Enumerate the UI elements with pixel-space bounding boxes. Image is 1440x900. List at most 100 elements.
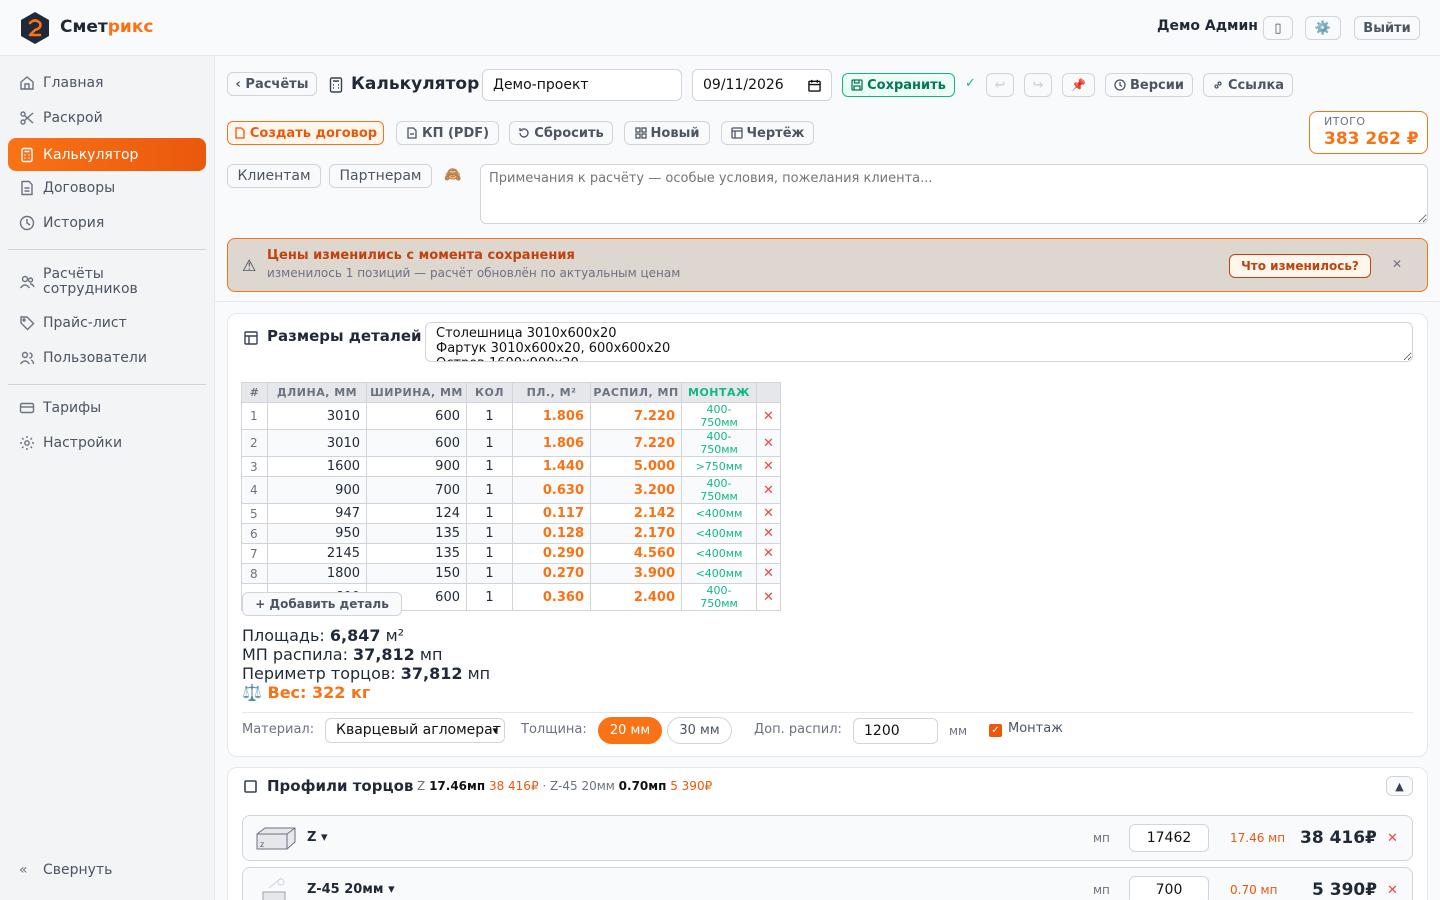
table-cell[interactable]: 1: [466, 563, 513, 584]
table-cell[interactable]: 1: [466, 402, 513, 430]
table-cell: 5: [241, 503, 268, 524]
mount-checkbox[interactable]: ✓: [989, 724, 1002, 737]
table-cell[interactable]: 124: [366, 503, 467, 524]
gear-icon: [20, 436, 34, 450]
delete-row-icon[interactable]: ✕: [756, 563, 781, 584]
table-cell[interactable]: 1: [466, 429, 513, 457]
sidebar-item-cutting[interactable]: Раскрой: [8, 104, 206, 132]
sidebar-item-settings[interactable]: Настройки: [8, 429, 206, 457]
extra-cut-input[interactable]: [853, 718, 938, 744]
table-cell[interactable]: 3010: [267, 429, 367, 457]
delete-profile-icon[interactable]: ✕: [1387, 883, 1398, 898]
user-group-icon: [19, 351, 35, 365]
details-table: # ДЛИНА, ММ ШИРИНА, ММ КОЛ ПЛ., М² РАСПИ…: [241, 382, 781, 611]
material-label: Материал:: [242, 722, 315, 737]
thickness-30-button[interactable]: 30 мм: [667, 717, 732, 744]
table-cell[interactable]: 1: [466, 456, 513, 477]
close-icon[interactable]: ✕: [1392, 257, 1402, 271]
table-cell[interactable]: 600: [366, 429, 467, 457]
table-cell[interactable]: 900: [366, 456, 467, 477]
profile-z45-image: [262, 877, 286, 900]
save-button[interactable]: Сохранить: [842, 73, 955, 97]
delete-row-icon[interactable]: ✕: [756, 402, 781, 430]
delete-row-icon[interactable]: ✕: [756, 429, 781, 457]
table-cell[interactable]: 900: [267, 476, 367, 504]
material-select[interactable]: Кварцевый агломерат ▾: [325, 718, 505, 743]
project-name-input[interactable]: [482, 69, 682, 101]
device-button[interactable]: ▯: [1263, 16, 1293, 40]
table-cell[interactable]: 700: [366, 476, 467, 504]
delete-row-icon[interactable]: ✕: [756, 523, 781, 544]
sidebar-item-users[interactable]: Пользователи: [8, 344, 206, 372]
profile-name-select[interactable]: Z-45 20мм ▾: [307, 882, 395, 897]
delete-row-icon[interactable]: ✕: [756, 503, 781, 524]
what-changed-button[interactable]: Что изменилось?: [1229, 254, 1371, 278]
sidebar-item-calculator[interactable]: Калькулятор: [8, 138, 206, 171]
table-cell[interactable]: 1: [466, 476, 513, 504]
logout-button[interactable]: Выйти: [1354, 16, 1420, 40]
redo-button[interactable]: ↪: [1024, 73, 1052, 97]
pin-button[interactable]: 📌: [1062, 73, 1095, 97]
profiles-title: Профили торцов: [267, 777, 414, 795]
kp-pdf-button[interactable]: КП (PDF): [396, 121, 499, 145]
collapse-sidebar-button[interactable]: « Свернуть: [8, 856, 206, 884]
sidebar-item-tariffs[interactable]: Тарифы: [8, 394, 206, 422]
table-cell: 0.270: [512, 563, 591, 584]
create-contract-button[interactable]: Создать договор: [227, 121, 384, 145]
table-cell[interactable]: 1: [466, 583, 513, 611]
sidebar-item-contracts[interactable]: Договоры: [8, 174, 206, 202]
table-cell[interactable]: 950: [267, 523, 367, 544]
notes-textarea[interactable]: [480, 164, 1428, 224]
clock-icon: [19, 215, 35, 231]
delete-profile-icon[interactable]: ✕: [1387, 831, 1398, 846]
collapse-profiles-button[interactable]: ▲: [1386, 776, 1413, 796]
table-cell[interactable]: 1: [466, 523, 513, 544]
mode-clients-button[interactable]: Клиентам: [227, 164, 321, 188]
undo-button[interactable]: ↩: [986, 73, 1014, 97]
mount-label: Монтаж: [1008, 721, 1063, 736]
table-cell: 400-750мм: [681, 429, 757, 457]
extra-cut-unit: мм: [949, 724, 968, 738]
table-cell[interactable]: 947: [267, 503, 367, 524]
back-to-calcs-button[interactable]: ‹ Расчёты: [227, 72, 317, 96]
details-text-input[interactable]: [425, 322, 1413, 362]
sidebar-item-history[interactable]: История: [8, 209, 206, 237]
table-cell[interactable]: 1800: [267, 563, 367, 584]
date-input[interactable]: 09/11/2026: [692, 69, 832, 101]
profile-name-select[interactable]: Z ▾: [307, 830, 327, 845]
delete-row-icon[interactable]: ✕: [756, 476, 781, 504]
sidebar-item-home[interactable]: Главная: [8, 69, 206, 97]
settings-button[interactable]: ⚙️: [1305, 16, 1341, 40]
share-link-button[interactable]: Ссылка: [1203, 73, 1293, 97]
thickness-label: Толщина:: [521, 722, 587, 737]
table-cell: 1.806: [512, 402, 591, 430]
details-card: Размеры деталей # ДЛИНА, ММ ШИРИНА, ММ К…: [227, 313, 1428, 757]
mode-partners-button[interactable]: Партнерам: [329, 164, 432, 188]
table-cell[interactable]: 1600: [267, 456, 367, 477]
sidebar-item-pricelist[interactable]: Прайс-лист: [8, 309, 206, 337]
table-cell[interactable]: 135: [366, 543, 467, 564]
delete-row-icon[interactable]: ✕: [756, 543, 781, 564]
table-cell: 3: [241, 456, 268, 477]
table-cell[interactable]: 150: [366, 563, 467, 584]
gear-icon: ⚙️: [1314, 20, 1332, 36]
table-cell[interactable]: 2145: [267, 543, 367, 564]
versions-button[interactable]: Версии: [1105, 73, 1193, 97]
reset-button[interactable]: Сбросить: [509, 121, 613, 145]
table-cell[interactable]: 600: [366, 402, 467, 430]
hide-prices-icon[interactable]: 🙈: [444, 167, 461, 183]
table-cell[interactable]: 135: [366, 523, 467, 544]
table-cell[interactable]: 1: [466, 503, 513, 524]
new-button[interactable]: Новый: [624, 121, 710, 145]
profile-length-input[interactable]: [1129, 824, 1209, 852]
table-cell[interactable]: 1: [466, 543, 513, 564]
delete-row-icon[interactable]: ✕: [756, 583, 781, 611]
col-delete: [756, 382, 781, 403]
thickness-20-button[interactable]: 20 мм: [598, 717, 662, 744]
delete-row-icon[interactable]: ✕: [756, 456, 781, 477]
sidebar-item-employee-calcs[interactable]: Расчёты сотрудников: [8, 265, 206, 299]
table-cell[interactable]: 3010: [267, 402, 367, 430]
add-detail-button[interactable]: + Добавить деталь: [242, 592, 402, 616]
drawing-button[interactable]: Чертёж: [721, 121, 814, 145]
profile-length-input[interactable]: [1129, 876, 1209, 900]
